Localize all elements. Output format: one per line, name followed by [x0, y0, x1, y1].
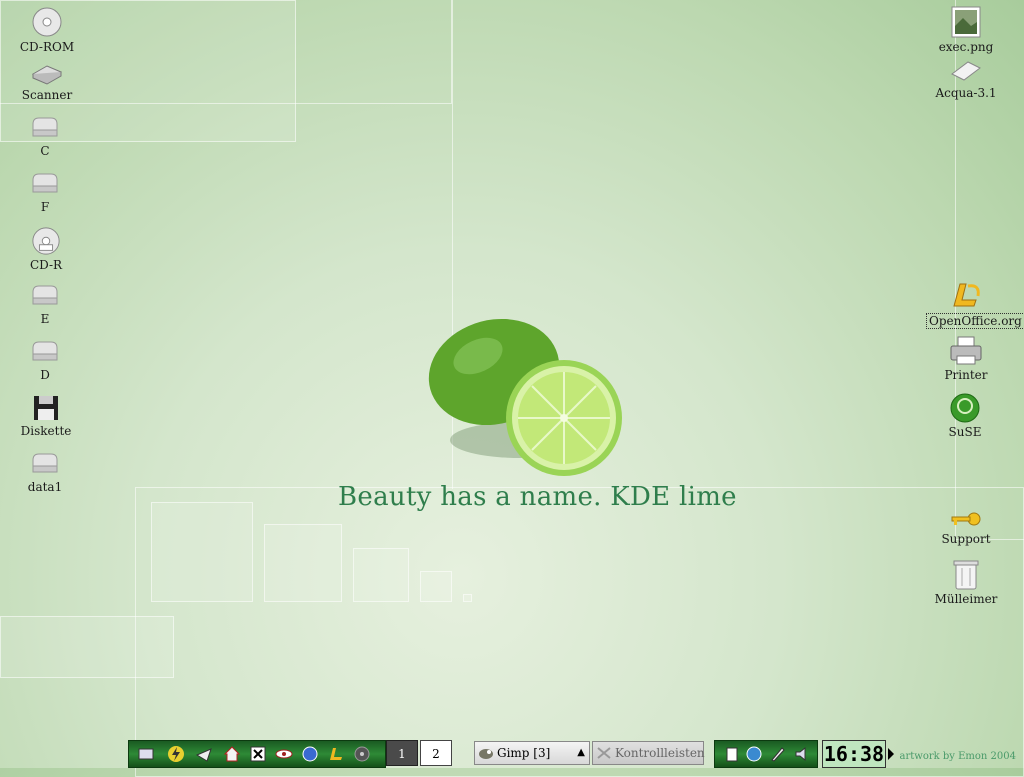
task-label: Gimp [3]	[497, 746, 551, 760]
pen-icon[interactable]	[769, 745, 787, 763]
icon-label: Mülleimer	[934, 592, 998, 606]
lightning-icon[interactable]	[167, 745, 185, 763]
desktop-icon-acqua[interactable]: Acqua-3.1	[926, 58, 1006, 100]
taskbar-task-gimp[interactable]: Gimp [3] ▲	[474, 741, 590, 765]
desktop-icon-data1[interactable]: data1	[5, 450, 85, 494]
bg-square	[151, 502, 253, 602]
icon-label: SuSE	[948, 425, 982, 439]
harddrive-icon	[32, 117, 58, 137]
kde-panel: 1 2 Gimp [3] ▲ Kontrollleisten 16:38	[128, 738, 894, 768]
speaker-icon[interactable]	[793, 745, 811, 763]
send-icon[interactable]	[195, 745, 213, 763]
network-icon[interactable]	[745, 745, 763, 763]
icon-label: CD-ROM	[19, 40, 75, 54]
bg-square	[264, 524, 342, 602]
desktop-icon-cdr[interactable]: CD-R	[6, 226, 86, 272]
harddrive-icon	[32, 341, 58, 361]
openoffice-icon[interactable]	[327, 745, 345, 763]
bg-frame	[0, 616, 174, 678]
icon-label: CD-R	[29, 258, 63, 272]
harddrive-icon	[32, 453, 58, 473]
icon-label: C	[40, 144, 50, 158]
scanner-icon	[31, 65, 63, 85]
bg-square	[463, 594, 472, 602]
desktop-icon-trash[interactable]: Mülleimer	[926, 558, 1006, 606]
bg-square	[353, 548, 409, 602]
desktop-icon-suse[interactable]: SuSE	[925, 393, 1005, 439]
panel-hide-arrow-icon[interactable]	[888, 748, 894, 760]
task-label: Kontrollleisten	[615, 746, 705, 760]
artwork-credit: artwork by Emon 2004	[899, 751, 1016, 762]
icon-label: E	[40, 312, 50, 326]
system-tray	[714, 740, 818, 768]
desktop-icon-e[interactable]: E	[5, 282, 85, 326]
quick-launch-bar	[128, 740, 386, 768]
gimp-icon	[479, 749, 493, 759]
openoffice-icon	[953, 283, 980, 307]
clipboard-icon[interactable]	[723, 745, 741, 763]
pager-desktop-2[interactable]: 2	[420, 740, 452, 766]
icon-label: Acqua-3.1	[935, 86, 997, 100]
harddrive-icon	[32, 173, 58, 193]
desktop-icon-d[interactable]: D	[5, 338, 85, 382]
bg-square	[420, 571, 452, 602]
desktop-icon-f[interactable]: F	[5, 170, 85, 214]
floppy-icon	[34, 396, 58, 420]
harddrive-icon	[32, 285, 58, 305]
icon-label: data1	[27, 480, 63, 494]
globe-icon[interactable]	[301, 745, 319, 763]
desktop-icon-exec-png[interactable]: exec.png	[926, 6, 1006, 54]
desktop-icon-cdrom[interactable]: CD-ROM	[7, 6, 87, 54]
icon-label: exec.png	[938, 40, 994, 54]
image-file-icon	[951, 6, 981, 38]
package-icon	[951, 61, 981, 81]
desktop-icon-openoffice[interactable]: OpenOffice.org	[926, 280, 1024, 329]
taskbar-task-kontrollleisten[interactable]: Kontrollleisten	[592, 741, 705, 765]
icon-label: Diskette	[20, 424, 72, 438]
trash-icon	[953, 560, 979, 590]
tools-icon	[597, 747, 611, 759]
disc-icon[interactable]	[353, 745, 371, 763]
icon-label: Scanner	[21, 88, 73, 102]
cdr-icon	[32, 227, 60, 255]
suse-icon	[950, 393, 980, 423]
pager-desktop-1[interactable]: 1	[386, 740, 418, 766]
desktop-icon-scanner[interactable]: Scanner	[7, 60, 87, 102]
icon-label: Printer	[944, 368, 988, 382]
home-icon[interactable]	[223, 745, 241, 763]
icon-label: OpenOffice.org	[926, 313, 1024, 329]
kmenu-icon[interactable]	[137, 745, 155, 763]
cdrom-icon	[32, 7, 62, 37]
lime-illustration	[428, 318, 622, 476]
icon-label: F	[40, 200, 50, 214]
icon-label: D	[40, 368, 50, 382]
desktop-icon-support[interactable]: Support	[926, 508, 1006, 546]
panel-clock[interactable]: 16:38	[822, 740, 886, 768]
x-icon[interactable]	[249, 745, 267, 763]
desktop-icon-c[interactable]: C	[5, 114, 85, 158]
icon-label: Support	[941, 532, 991, 546]
eye-icon[interactable]	[275, 745, 293, 763]
printer-icon	[950, 336, 982, 365]
wallpaper-slogan: Beauty has a name. KDE lime	[338, 482, 737, 512]
desktop-icon-printer[interactable]: Printer	[926, 336, 1006, 382]
chevron-up-icon: ▲	[577, 747, 585, 758]
desktop-icon-diskette[interactable]: Diskette	[6, 394, 86, 438]
key-icon	[951, 512, 981, 526]
